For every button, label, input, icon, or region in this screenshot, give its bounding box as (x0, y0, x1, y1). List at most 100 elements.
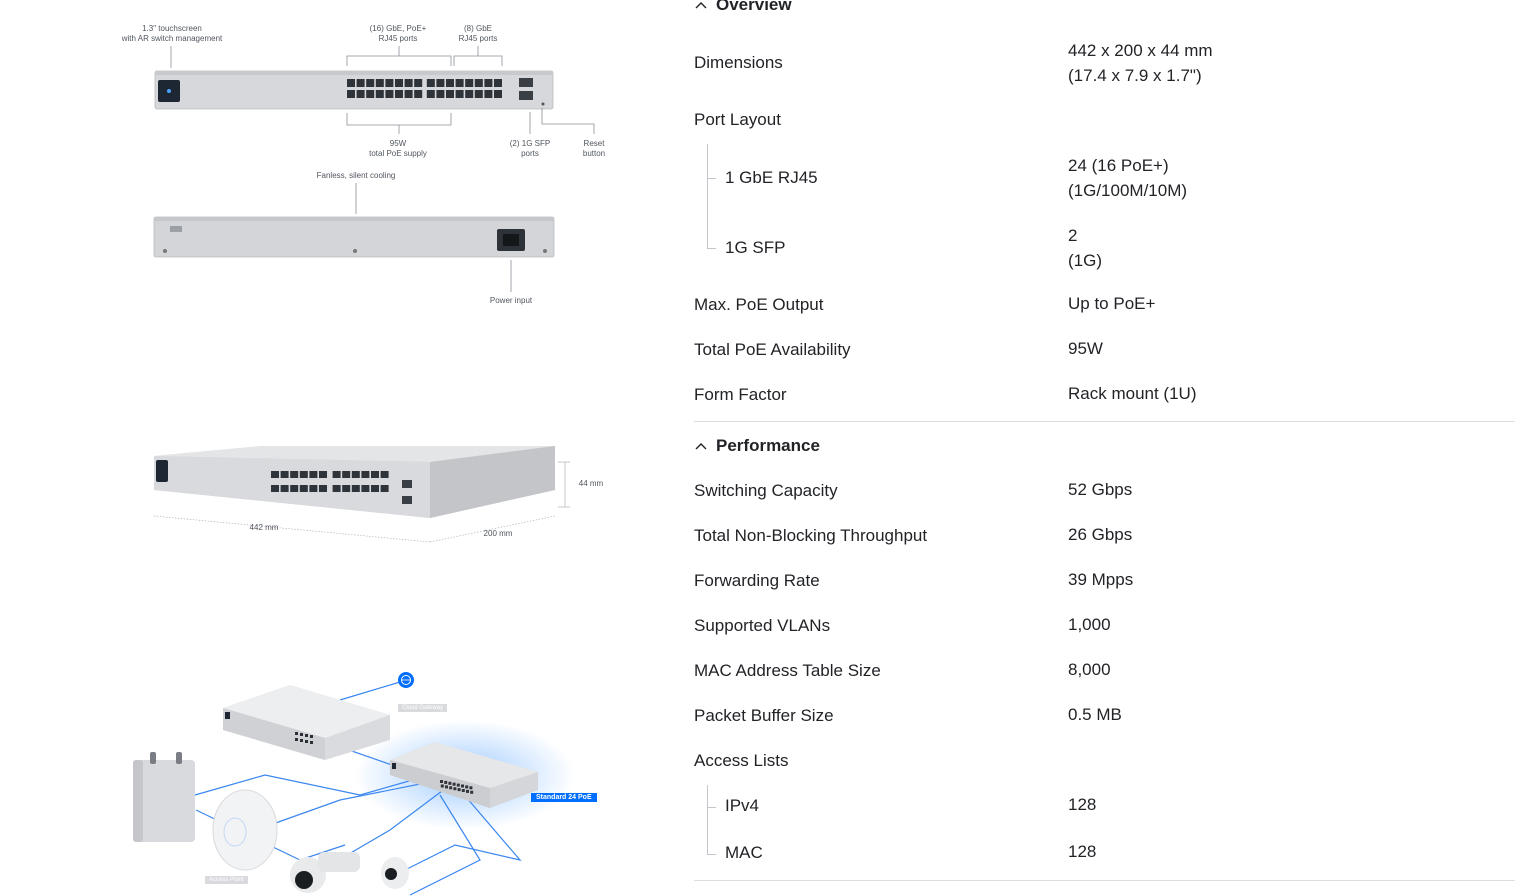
spec-label: Access Lists (694, 751, 789, 770)
spec-value: 0.5 MB (1068, 705, 1122, 724)
spec-row-throughput: Total Non-Blocking Throughput 26 Gbps (694, 525, 1515, 551)
spec-label: Port Layout (694, 110, 781, 129)
rj45-port (351, 471, 360, 478)
rj45-port (380, 471, 389, 478)
rj45-port (371, 485, 379, 492)
spec-value: 8,000 (1068, 660, 1111, 679)
rj45-port (446, 90, 454, 98)
rj45-port (299, 485, 308, 492)
rj45-port (385, 90, 394, 98)
rj45-port (470, 790, 474, 794)
spec-row-dimensions: Dimensions 442 x 200 x 44 mm (17.4 x 7.9… (694, 38, 1515, 88)
rj45-port (385, 79, 394, 87)
poe-ports-callout: (16) GbE, PoE+ RJ45 ports (369, 24, 427, 43)
rj45-port (342, 485, 351, 492)
reset-button-callout: Reset button (582, 139, 606, 158)
section-divider (694, 421, 1515, 422)
spec-row-access-lists: Access Lists (694, 751, 1515, 776)
poe-supply-callout: 95W total PoE supply (369, 139, 427, 158)
rj45-port (271, 485, 279, 492)
rj45-port (456, 783, 460, 787)
spec-row-poe-output: Max. PoE Output Up to PoE+ (694, 294, 1515, 320)
rj45-port (319, 471, 327, 478)
rj45-port (361, 471, 370, 478)
access-point-tag: Access Point (205, 876, 248, 884)
rj45-port (446, 79, 454, 87)
spec-label: Total PoE Availability (694, 340, 851, 359)
rj45-port (465, 785, 469, 789)
spec-label: Total Non-Blocking Throughput (694, 526, 928, 545)
spec-label: Switching Capacity (694, 481, 838, 500)
rj45-port (484, 90, 493, 98)
spec-label: Dimensions (694, 53, 783, 72)
rj45-port (319, 485, 327, 492)
chevron-up-icon (694, 0, 716, 16)
rj45-port (361, 485, 370, 492)
spec-label: IPv4 (725, 796, 760, 815)
spec-row-mac: MAC 128 (694, 842, 1515, 868)
depth-dimension: 200 mm (483, 529, 513, 538)
rj45-port (414, 90, 423, 98)
spec-row-mac-table: MAC Address Table Size 8,000 (694, 660, 1515, 686)
rj45-port (366, 90, 375, 98)
spec-row-rj45: 1 GbE RJ45 24 (16 PoE+) (1G/100M/10M) (694, 153, 1515, 203)
performance-title: Performance (716, 436, 820, 455)
rj45-port (299, 471, 308, 478)
cloud-gateway-tag: Cloud Gateway (398, 704, 448, 712)
product-illustrations: 1.3" touchscreen with AR switch managemen… (0, 0, 660, 896)
spec-label: Packet Buffer Size (694, 706, 834, 725)
spec-value: 1,000 (1068, 615, 1111, 634)
rj45-port (309, 485, 318, 492)
network-topology-diagram: Cloud Gateway Standard 24 PoE Access Poi… (0, 660, 660, 896)
rj45-port (444, 780, 448, 784)
spec-row-poe-availability: Total PoE Availability 95W (694, 339, 1515, 365)
rj45-port (356, 79, 365, 87)
spec-value: 442 x 200 x 44 mm (17.4 x 7.9 x 1.7") (1068, 41, 1213, 85)
spec-row-packet-buffer: Packet Buffer Size 0.5 MB (694, 705, 1515, 731)
rj45-port (461, 784, 464, 788)
rj45-port (404, 90, 413, 98)
rj45-port (356, 90, 365, 98)
rj45-port (290, 471, 299, 478)
spec-value: 128 (1068, 842, 1097, 861)
spec-value: 52 Gbps (1068, 480, 1133, 499)
rj45-port (414, 79, 423, 87)
spec-row-switching-capacity: Switching Capacity 52 Gbps (694, 480, 1515, 506)
rj45-port (449, 786, 453, 790)
spec-value: 39 Mpps (1068, 570, 1134, 589)
rj45-port (395, 79, 403, 87)
overview-title: Overview (716, 0, 792, 14)
rj45-port (465, 79, 474, 87)
spec-row-port-layout: Port Layout (694, 110, 1515, 135)
rj45-port (457, 788, 461, 792)
performance-toggle[interactable]: Performance (694, 435, 820, 457)
spec-label: Max. PoE Output (694, 295, 824, 314)
rj45-port (347, 79, 355, 87)
rj45-port (426, 90, 435, 98)
front-panel-diagram: 1.3" touchscreen with AR switch managemen… (0, 0, 660, 320)
rj45-port (452, 782, 456, 786)
rj45-port (484, 79, 493, 87)
rj45-port (453, 787, 457, 791)
front-panel-drawing (153, 46, 595, 292)
rj45-port (494, 79, 502, 87)
rj45-port (440, 784, 444, 788)
rj45-port (371, 471, 379, 478)
height-dimension: 44 mm (578, 479, 604, 488)
rj45-port (466, 789, 469, 793)
rj45-port (332, 485, 341, 492)
spec-row-form-factor: Form Factor Rack mount (1U) (694, 384, 1515, 410)
rj45-port (395, 90, 403, 98)
dimensions-drawing (153, 446, 570, 543)
rj45-port (366, 79, 375, 87)
spec-label: 1 GbE RJ45 (725, 168, 818, 187)
spec-value: 24 (16 PoE+) (1G/100M/10M) (1068, 156, 1188, 200)
spec-label: Form Factor (694, 385, 787, 404)
rj45-port (474, 79, 483, 87)
overview-toggle[interactable]: Overview (694, 0, 792, 16)
spec-value: 2 (1G) (1068, 226, 1102, 270)
rj45-port (440, 780, 443, 783)
rj45-port (455, 90, 464, 98)
sfp-ports-callout: (2) 1G SFP ports (509, 139, 551, 158)
rj45-port (445, 785, 448, 789)
